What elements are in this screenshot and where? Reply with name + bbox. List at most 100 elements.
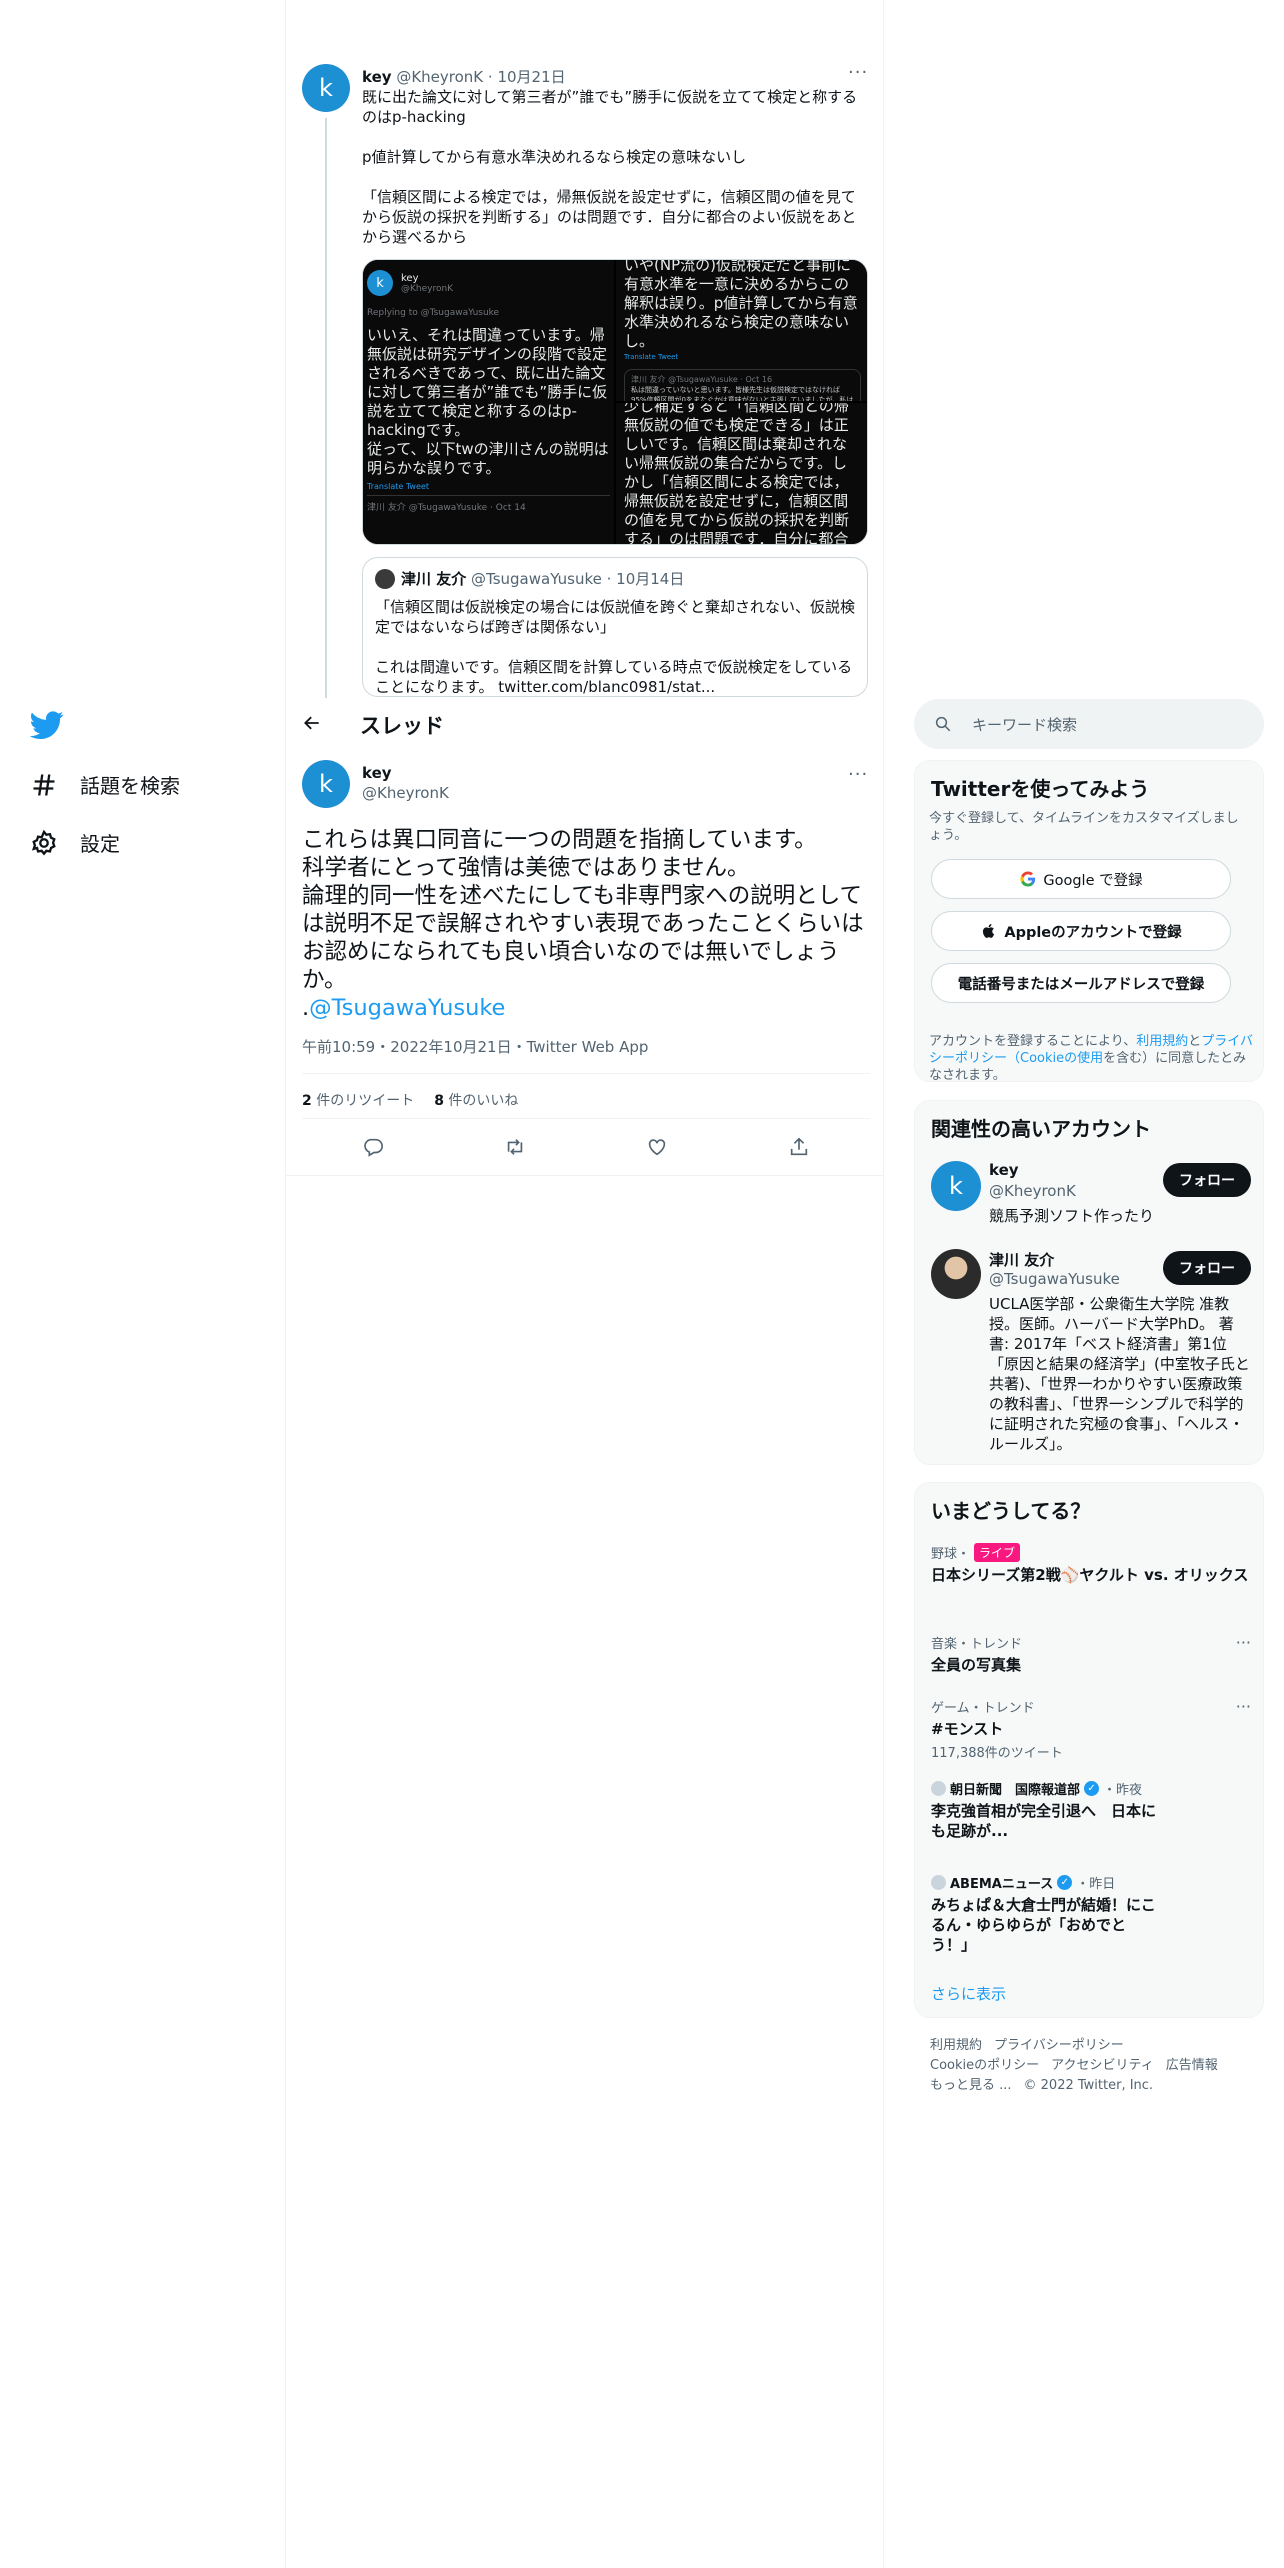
retweet-count: 2: [302, 1093, 312, 1109]
search-input[interactable]: キーワード検索: [914, 699, 1264, 749]
main-tweet-text: これらは異口同音に一つの問題を指摘しています。 科学者にとって強情は美徳ではあり…: [302, 826, 870, 1022]
media-handle: @KheyronK: [401, 283, 454, 294]
news-title: 李克強首相が完全引退へ 日本にも足跡が...: [931, 1802, 1157, 1840]
nav-settings[interactable]: 設定: [30, 828, 120, 857]
media-text: 少し補足すると「信頼区間との帰無仮説の値でも検定できる」は正しいです。信頼区間は…: [624, 403, 850, 545]
copyright: © 2022 Twitter, Inc.: [1023, 2078, 1154, 2093]
google-signup-button[interactable]: Google で登録: [931, 859, 1231, 899]
trend-item[interactable]: ゲーム・トレンド #モンスト 117,388件のツイート ···: [931, 1697, 1251, 1761]
tweet-media-grid[interactable]: k key @KheyronK Replying to @TsugawaYusu…: [362, 259, 868, 545]
footer-link[interactable]: アクセシビリティ: [1051, 2058, 1154, 2073]
trend-meta: 音楽・トレンド: [931, 1637, 1023, 1652]
avatar: [375, 568, 395, 589]
avatar[interactable]: [931, 1249, 981, 1299]
author-handle[interactable]: @KheyronK: [396, 68, 483, 86]
hashtag-icon: [33, 774, 55, 795]
news-source: ABEMAニュース: [950, 1877, 1054, 1892]
signup-card: Twitterを使ってみよう 今すぐ登録して、タイムラインをカスタマイズしましょ…: [914, 760, 1264, 1083]
media-quote-head: 津川 友介 @TsugawaYusuke · Oct 16: [631, 375, 773, 384]
more-icon[interactable]: ···: [848, 62, 868, 83]
related-accounts-card: 関連性の高いアカウント k key @KheyronK 競馬予測ソフト作ったり …: [914, 1100, 1264, 1465]
tweet-header: key @KheyronK · 10月21日: [362, 68, 566, 86]
more-icon[interactable]: ···: [1236, 1697, 1251, 1716]
google-icon: [1020, 871, 1036, 887]
like-label: 件のいいね: [448, 1093, 519, 1109]
more-icon[interactable]: ···: [1236, 1633, 1251, 1652]
back-arrow-icon[interactable]: [302, 713, 332, 738]
page-title: スレッド: [360, 714, 444, 738]
trend-meta: ゲーム・トレンド: [931, 1701, 1035, 1716]
trend-title: 全員の写真集: [931, 1656, 1022, 1674]
tweet-meta[interactable]: 午前10:59・2022年10月21日・Twitter Web App: [302, 1036, 648, 1057]
phone-signup-button[interactable]: 電話番号またはメールアドレスで登録: [931, 963, 1231, 1003]
share-icon[interactable]: [788, 1136, 810, 1162]
footer-link[interactable]: プライバシーポリシー: [994, 2038, 1124, 2053]
mention-link[interactable]: @TsugawaYusuke: [309, 995, 505, 1021]
terms-link[interactable]: 利用規約: [1136, 1034, 1188, 1049]
google-signup-label: Google で登録: [1043, 872, 1143, 889]
avatar[interactable]: k: [302, 760, 350, 808]
twitter-logo-icon[interactable]: [29, 708, 66, 744]
retweet-stat[interactable]: 2 件のリツイート: [302, 1090, 414, 1110]
footer-link[interactable]: 広告情報: [1166, 2058, 1218, 2073]
account-bio: 競馬予測ソフト作ったり: [989, 1207, 1155, 1225]
divider: [286, 1175, 883, 1176]
news-item[interactable]: 朝日新聞 国際報道部 ✓ ・昨夜 李克強首相が完全引退へ 日本にも足跡が...: [931, 1779, 1251, 1841]
media-image-2[interactable]: いや(NP流の)仮説検定だと事前に有意水準を一意に決めるからこの解釈は誤り。p値…: [616, 260, 867, 401]
trend-item[interactable]: 音楽・トレンド 全員の写真集 ···: [931, 1633, 1251, 1675]
gear-icon: [31, 829, 56, 855]
verified-badge-icon: ✓: [1057, 1875, 1073, 1890]
terms-text: と: [1188, 1034, 1202, 1049]
follow-button[interactable]: フォロー: [1163, 1251, 1251, 1285]
divider: [302, 1118, 870, 1119]
author-name[interactable]: key: [362, 764, 392, 782]
reply-icon[interactable]: [362, 1136, 384, 1162]
signup-title: Twitterを使ってみよう: [931, 777, 1150, 801]
media-text: いや(NP流の)仮説検定だと事前に有意水準を一意に決めるからこの解釈は誤り。p値…: [624, 260, 858, 350]
media-quote: 津川 友介 @TsugawaYusuke · Oct 14: [367, 495, 610, 513]
avatar[interactable]: k: [931, 1161, 981, 1211]
like-stat[interactable]: 8 件のいいね: [434, 1090, 518, 1110]
account-name[interactable]: 津川 友介: [989, 1249, 1054, 1270]
media-image-3[interactable]: 少し補足すると「信頼区間との帰無仮説の値でも検定できる」は正しいです。信頼区間は…: [616, 403, 867, 545]
quote-author-name: 津川 友介: [401, 570, 467, 588]
news-item[interactable]: ABEMAニュース ✓ ・昨日 みちょぱ＆大倉士門が結婚！にこるん・ゆらゆらが「おめ…: [931, 1873, 1251, 1955]
tweet-date[interactable]: 10月21日: [497, 68, 565, 86]
author-name[interactable]: key: [362, 68, 392, 86]
trend-count: 117,388件のツイート: [931, 1746, 1063, 1761]
account-name[interactable]: key: [989, 1161, 1019, 1179]
retweet-icon[interactable]: [504, 1136, 526, 1162]
source-logo-icon: [931, 1781, 946, 1796]
like-icon[interactable]: [646, 1136, 668, 1162]
related-account-item[interactable]: k key @KheyronK 競馬予測ソフト作ったり フォロー: [931, 1161, 1251, 1231]
trends-card: いまどうしてる？ 野球・ ライブ 日本シリーズ第2戦⚾ヤクルト vs. オリックス…: [914, 1482, 1264, 2018]
translate-link: Translate Tweet: [367, 482, 429, 491]
trend-item[interactable]: 野球・ ライブ 日本シリーズ第2戦⚾ヤクルト vs. オリックス: [931, 1543, 1251, 1585]
account-handle[interactable]: @TsugawaYusuke: [989, 1270, 1120, 1288]
quote-text: 「信頼区間は仮説検定の場合には仮説値を跨ぐと棄却されない、仮説検定ではないならば…: [375, 598, 856, 696]
cookie-link[interactable]: （Cookieの使用: [1007, 1051, 1103, 1066]
retweet-label: 件のリツイート: [316, 1093, 415, 1109]
quoted-tweet[interactable]: 津川 友介 @TsugawaYusuke · 10月14日 「信頼区間は仮説検定…: [362, 557, 868, 697]
avatar: k: [367, 270, 393, 296]
media-image-1[interactable]: k key @KheyronK Replying to @TsugawaYusu…: [363, 260, 614, 544]
account-handle[interactable]: @KheyronK: [989, 1182, 1076, 1200]
trends-title: いまどうしてる？: [931, 1499, 1091, 1523]
terms-text: アカウントを登録することにより、: [929, 1034, 1137, 1049]
related-account-item[interactable]: 津川 友介 @TsugawaYusuke UCLA医学部・公衆衛生大学院 准教授…: [931, 1249, 1251, 1459]
trend-title: 日本シリーズ第2戦⚾ヤクルト vs. オリックス: [931, 1566, 1249, 1584]
more-icon[interactable]: ···: [848, 764, 868, 785]
footer-link[interactable]: 利用規約: [930, 2038, 982, 2053]
nav-explore[interactable]: 話題を検索: [30, 770, 180, 799]
footer-link[interactable]: Cookieのポリシー: [930, 2058, 1039, 2073]
tweet-actions: [302, 1136, 870, 1162]
nav-explore-label: 話題を検索: [80, 774, 180, 798]
show-more-link[interactable]: さらに表示: [931, 1983, 1006, 2004]
follow-button[interactable]: フォロー: [1163, 1163, 1251, 1197]
search-placeholder: キーワード検索: [972, 715, 1078, 734]
avatar[interactable]: k: [302, 64, 350, 112]
author-handle[interactable]: @KheyronK: [362, 784, 449, 802]
footer-more-link[interactable]: もっと見る ...: [930, 2078, 1012, 2093]
apple-signup-button[interactable]: Appleのアカウントで登録: [931, 911, 1231, 951]
phone-signup-label: 電話番号またはメールアドレスで登録: [957, 976, 1205, 993]
